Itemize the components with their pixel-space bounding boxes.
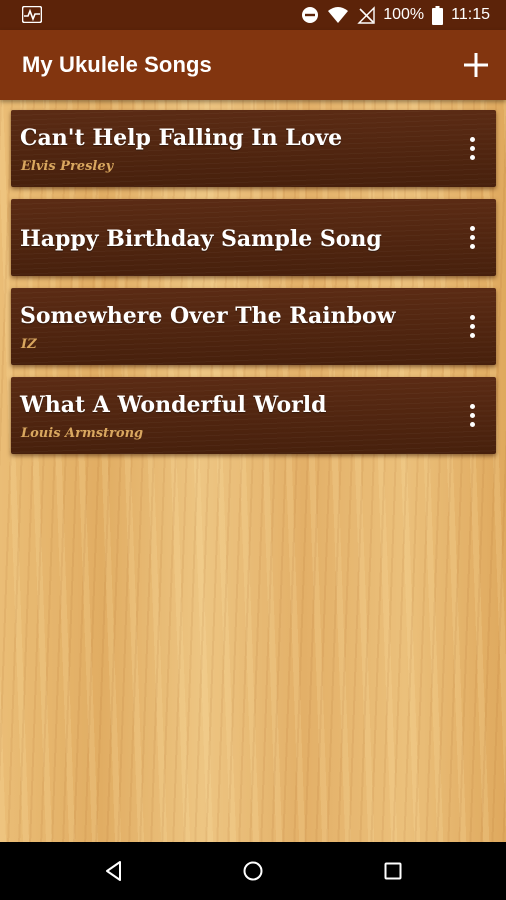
recents-icon: [384, 862, 402, 880]
back-icon: [106, 861, 121, 881]
home-button[interactable]: [241, 859, 265, 883]
list-item[interactable]: What A Wonderful World Louis Armstrong: [11, 377, 496, 454]
song-title: Happy Birthday Sample Song: [20, 226, 382, 252]
app-bar: My Ukulele Songs: [0, 30, 506, 100]
more-vert-icon: [469, 226, 475, 249]
status-time: 11:15: [451, 6, 490, 23]
song-title: Can't Help Falling In Love: [20, 125, 343, 151]
more-options-button[interactable]: [464, 199, 480, 276]
plus-icon: [464, 53, 488, 77]
no-signal-icon: [357, 6, 375, 24]
activity-icon: [22, 6, 42, 23]
song-title: Somewhere Over The Rainbow: [20, 303, 396, 329]
more-options-button[interactable]: [464, 377, 480, 454]
wifi-icon: [328, 7, 349, 23]
do-not-disturb-icon: [302, 7, 319, 23]
navigation-bar: [0, 842, 506, 900]
status-icons: 100% 11:15: [301, 4, 490, 26]
back-button[interactable]: [102, 859, 126, 883]
page-title: My Ukulele Songs: [22, 52, 212, 77]
more-vert-icon: [469, 404, 475, 427]
song-artist: IZ: [21, 337, 37, 352]
add-song-button[interactable]: [460, 49, 492, 81]
more-vert-icon: [469, 315, 475, 338]
battery-icon: [432, 5, 444, 25]
list-item[interactable]: Somewhere Over The Rainbow IZ: [11, 288, 496, 365]
song-title: What A Wonderful World: [20, 392, 327, 418]
status-bar: 100% 11:15: [0, 0, 506, 30]
more-options-button[interactable]: [464, 288, 480, 365]
song-artist: Louis Armstrong: [21, 426, 144, 441]
song-list: Can't Help Falling In Love Elvis Presley…: [0, 100, 506, 842]
recents-button[interactable]: [381, 859, 405, 883]
song-artist: Elvis Presley: [21, 159, 114, 174]
list-item[interactable]: Happy Birthday Sample Song: [11, 199, 496, 276]
list-item[interactable]: Can't Help Falling In Love Elvis Presley: [11, 110, 496, 187]
battery-percent: 100%: [383, 6, 425, 23]
more-vert-icon: [469, 137, 475, 160]
home-icon: [243, 861, 263, 881]
more-options-button[interactable]: [464, 110, 480, 187]
